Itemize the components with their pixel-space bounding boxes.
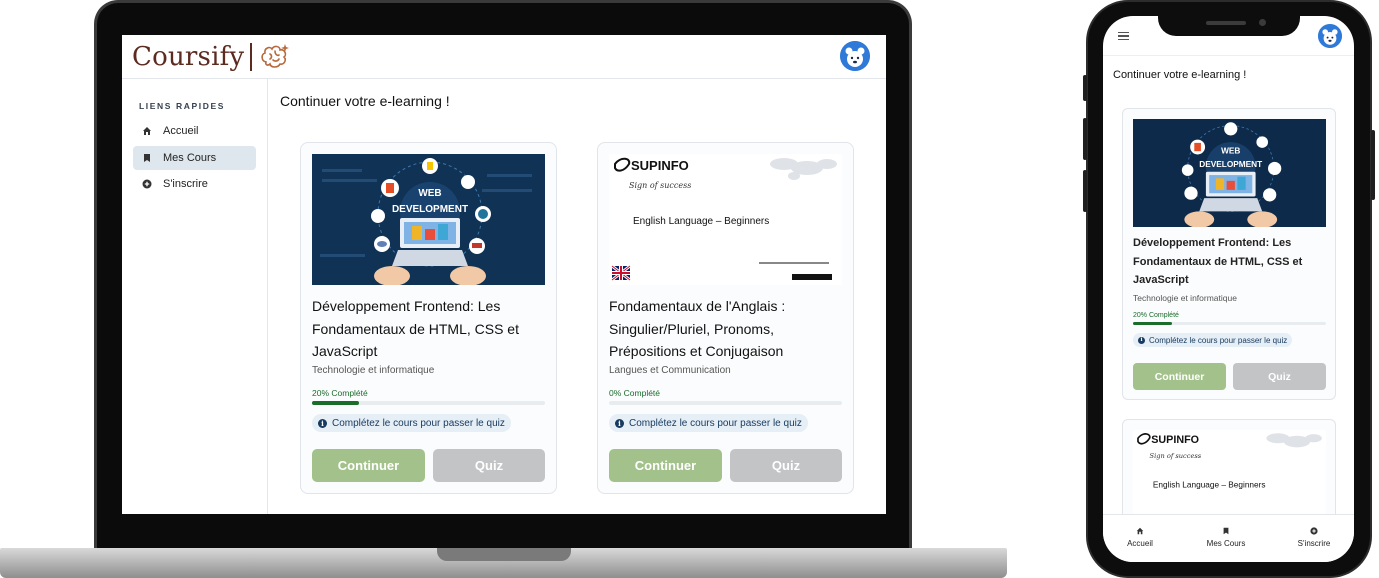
progress-bar <box>312 401 545 405</box>
thumbnail-tagline: Sign of success <box>629 181 691 190</box>
add-circle-icon <box>1310 527 1318 535</box>
bookmark-icon <box>141 153 152 164</box>
phone-notch <box>1158 14 1300 36</box>
add-circle-icon <box>141 179 152 190</box>
course-title[interactable]: Fondamentaux de l'Anglais : Singulier/Pl… <box>609 295 844 363</box>
progress-label: 20% Complété <box>312 388 368 398</box>
thumbnail-title-line2: DEVELOPMENT <box>392 204 468 215</box>
quiz-locked-note: i Complétez le cours pour passer le quiz <box>312 414 511 432</box>
thumbnail-brand: SUPINFO <box>631 158 689 173</box>
sidebar-section-title: LIENS RAPIDES <box>139 101 225 111</box>
laptop-base <box>0 548 1007 578</box>
course-card: WEB DEVELOPMENT Développement Frontend: … <box>1122 108 1336 400</box>
progress-bar <box>1133 322 1326 325</box>
laptop-screen: Coursify LIENS RAPIDES Accueil Mes Cours… <box>122 35 886 514</box>
quiz-locked-note: i Complétez le cours pour passer le quiz <box>609 414 808 432</box>
logo-text[interactable]: Coursify <box>132 42 244 72</box>
course-card: WEB DEVELOPMENT Développement Frontend: … <box>300 142 557 494</box>
page-title: Continuer votre e-learning ! <box>280 93 450 109</box>
thumbnail-heading: English Language – Beginners <box>1153 481 1266 490</box>
course-thumbnail[interactable]: WEB DEVELOPMENT <box>312 154 545 285</box>
brain-logo-icon <box>261 43 290 68</box>
bottom-nav-mes-cours[interactable]: Mes Cours <box>1191 527 1261 548</box>
info-icon: i <box>1138 336 1145 344</box>
mockup-stage: Coursify LIENS RAPIDES Accueil Mes Cours… <box>0 0 1379 578</box>
course-card: SUPINFO Sign of success English Language… <box>597 142 854 494</box>
progress-label: 20% Complété <box>1133 312 1179 319</box>
progress-bar <box>609 401 842 405</box>
phone-side-button <box>1083 75 1087 101</box>
info-icon: i <box>318 418 327 428</box>
progress-fill <box>312 401 359 405</box>
sidebar: LIENS RAPIDES Accueil Mes Cours S'inscri… <box>122 79 268 514</box>
course-category: Technologie et informatique <box>1133 293 1237 303</box>
bottom-nav-sinscrire[interactable]: S'inscrire <box>1279 527 1349 548</box>
course-thumbnail[interactable]: WEB DEVELOPMENT <box>1133 119 1326 227</box>
sidebar-item-label: Accueil <box>163 125 199 137</box>
thumbnail-brand: SUPINFO <box>1151 434 1199 446</box>
course-category: Technologie et informatique <box>312 365 435 376</box>
app-header: Coursify <box>122 35 886 79</box>
continue-button[interactable]: Continuer <box>312 449 425 482</box>
quiz-note-text: Complétez le cours pour passer le quiz <box>1149 335 1288 345</box>
quiz-button[interactable]: Quiz <box>1233 363 1326 390</box>
course-title[interactable]: Développement Frontend: Les Fondamentaux… <box>312 295 547 363</box>
page-title: Continuer votre e-learning ! <box>1113 69 1247 81</box>
sidebar-item-label: Mes Cours <box>163 152 217 164</box>
quiz-locked-note: i Complétez le cours pour passer le quiz <box>1133 333 1293 347</box>
user-avatar[interactable] <box>840 41 870 71</box>
course-category: Langues et Communication <box>609 365 731 376</box>
quiz-button[interactable]: Quiz <box>433 449 545 482</box>
bottom-nav-label: S'inscrire <box>1297 539 1331 548</box>
progress-label: 0% Complété <box>609 388 661 398</box>
phone-screen: Continuer votre e-learning ! WEB DEVELOP… <box>1103 16 1354 562</box>
thumbnail-heading: English Language – Beginners <box>633 216 769 227</box>
menu-icon[interactable] <box>1118 32 1129 40</box>
bottom-nav-label: Accueil <box>1127 539 1153 548</box>
phone-side-button <box>1371 130 1375 200</box>
quiz-button[interactable]: Quiz <box>730 449 842 482</box>
sidebar-item-sinscrire[interactable]: S'inscrire <box>133 172 256 196</box>
phone-side-button <box>1083 118 1087 160</box>
quiz-note-text: Complétez le cours pour passer le quiz <box>332 417 505 429</box>
user-avatar[interactable] <box>1318 24 1342 48</box>
progress-fill <box>1133 322 1172 325</box>
bottom-nav-label: Mes Cours <box>1206 539 1246 548</box>
logo-divider <box>250 42 253 71</box>
phone-side-button <box>1083 170 1087 212</box>
sidebar-item-mes-cours[interactable]: Mes Cours <box>133 146 256 170</box>
thumbnail-tagline: Sign of success <box>1150 452 1202 460</box>
thumbnail-title-line1: WEB <box>1221 147 1240 156</box>
continue-button[interactable]: Continuer <box>1133 363 1226 390</box>
bottom-nav-accueil[interactable]: Accueil <box>1105 527 1175 548</box>
sidebar-item-label: S'inscrire <box>163 178 208 190</box>
home-icon <box>141 126 152 137</box>
quiz-note-text: Complétez le cours pour passer le quiz <box>629 417 802 429</box>
home-icon <box>1136 527 1144 535</box>
bookmark-icon <box>1223 527 1229 535</box>
sidebar-item-accueil[interactable]: Accueil <box>133 119 256 143</box>
course-thumbnail[interactable]: SUPINFO Sign of success English Language… <box>609 154 842 285</box>
continue-button[interactable]: Continuer <box>609 449 722 482</box>
thumbnail-title-line2: DEVELOPMENT <box>1199 160 1262 169</box>
mobile-bottom-nav: Accueil Mes Cours S'inscrire <box>1103 514 1354 562</box>
course-title[interactable]: Développement Frontend: Les Fondamentaux… <box>1133 234 1328 290</box>
thumbnail-title-line1: WEB <box>418 188 441 199</box>
info-icon: i <box>615 418 624 428</box>
